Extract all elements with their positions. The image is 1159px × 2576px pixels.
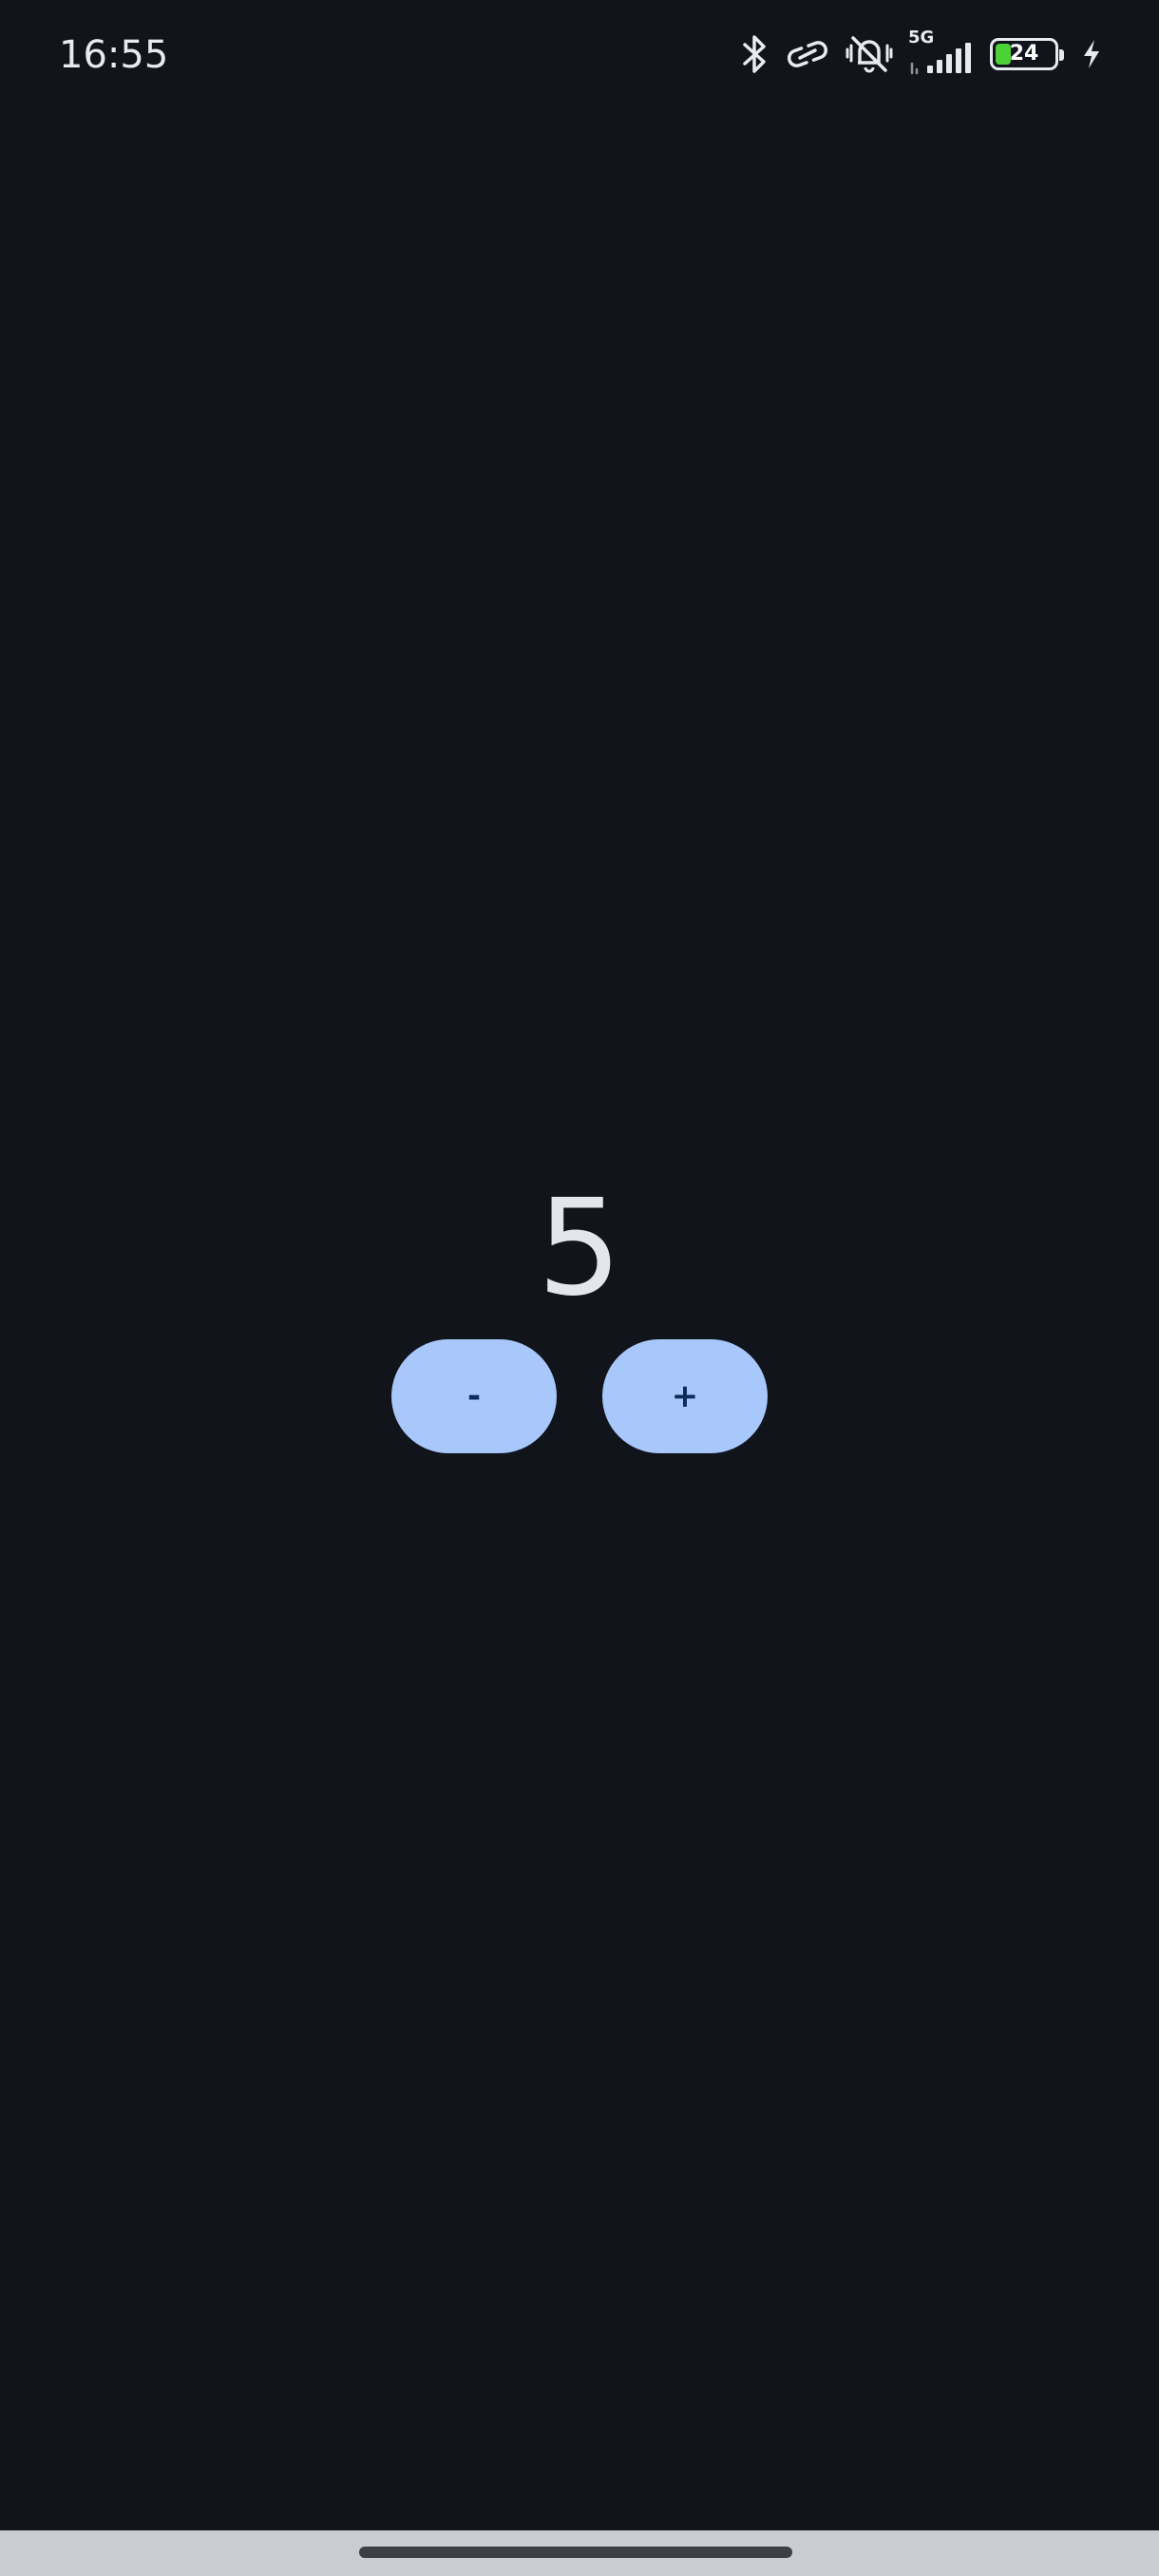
status-bar: 16:55 5G 24 bbox=[0, 0, 1159, 109]
battery-icon: 24 bbox=[990, 38, 1064, 70]
link-icon bbox=[785, 37, 830, 71]
gesture-handle[interactable] bbox=[359, 2547, 792, 2558]
battery-level: 24 bbox=[1009, 42, 1039, 66]
bluetooth-icon bbox=[741, 33, 770, 75]
decrement-button[interactable]: - bbox=[391, 1339, 557, 1453]
status-time: 16:55 bbox=[59, 33, 169, 77]
counter-value: 5 bbox=[537, 1171, 622, 1326]
charging-icon bbox=[1081, 38, 1102, 70]
increment-button[interactable]: + bbox=[602, 1339, 768, 1453]
counter-controls: - + bbox=[0, 1339, 1159, 1453]
status-icons: 5G 24 bbox=[741, 28, 1102, 80]
vibrate-off-icon bbox=[846, 32, 893, 76]
signal-icon: 5G bbox=[908, 28, 975, 77]
navigation-bar bbox=[0, 2530, 1159, 2576]
